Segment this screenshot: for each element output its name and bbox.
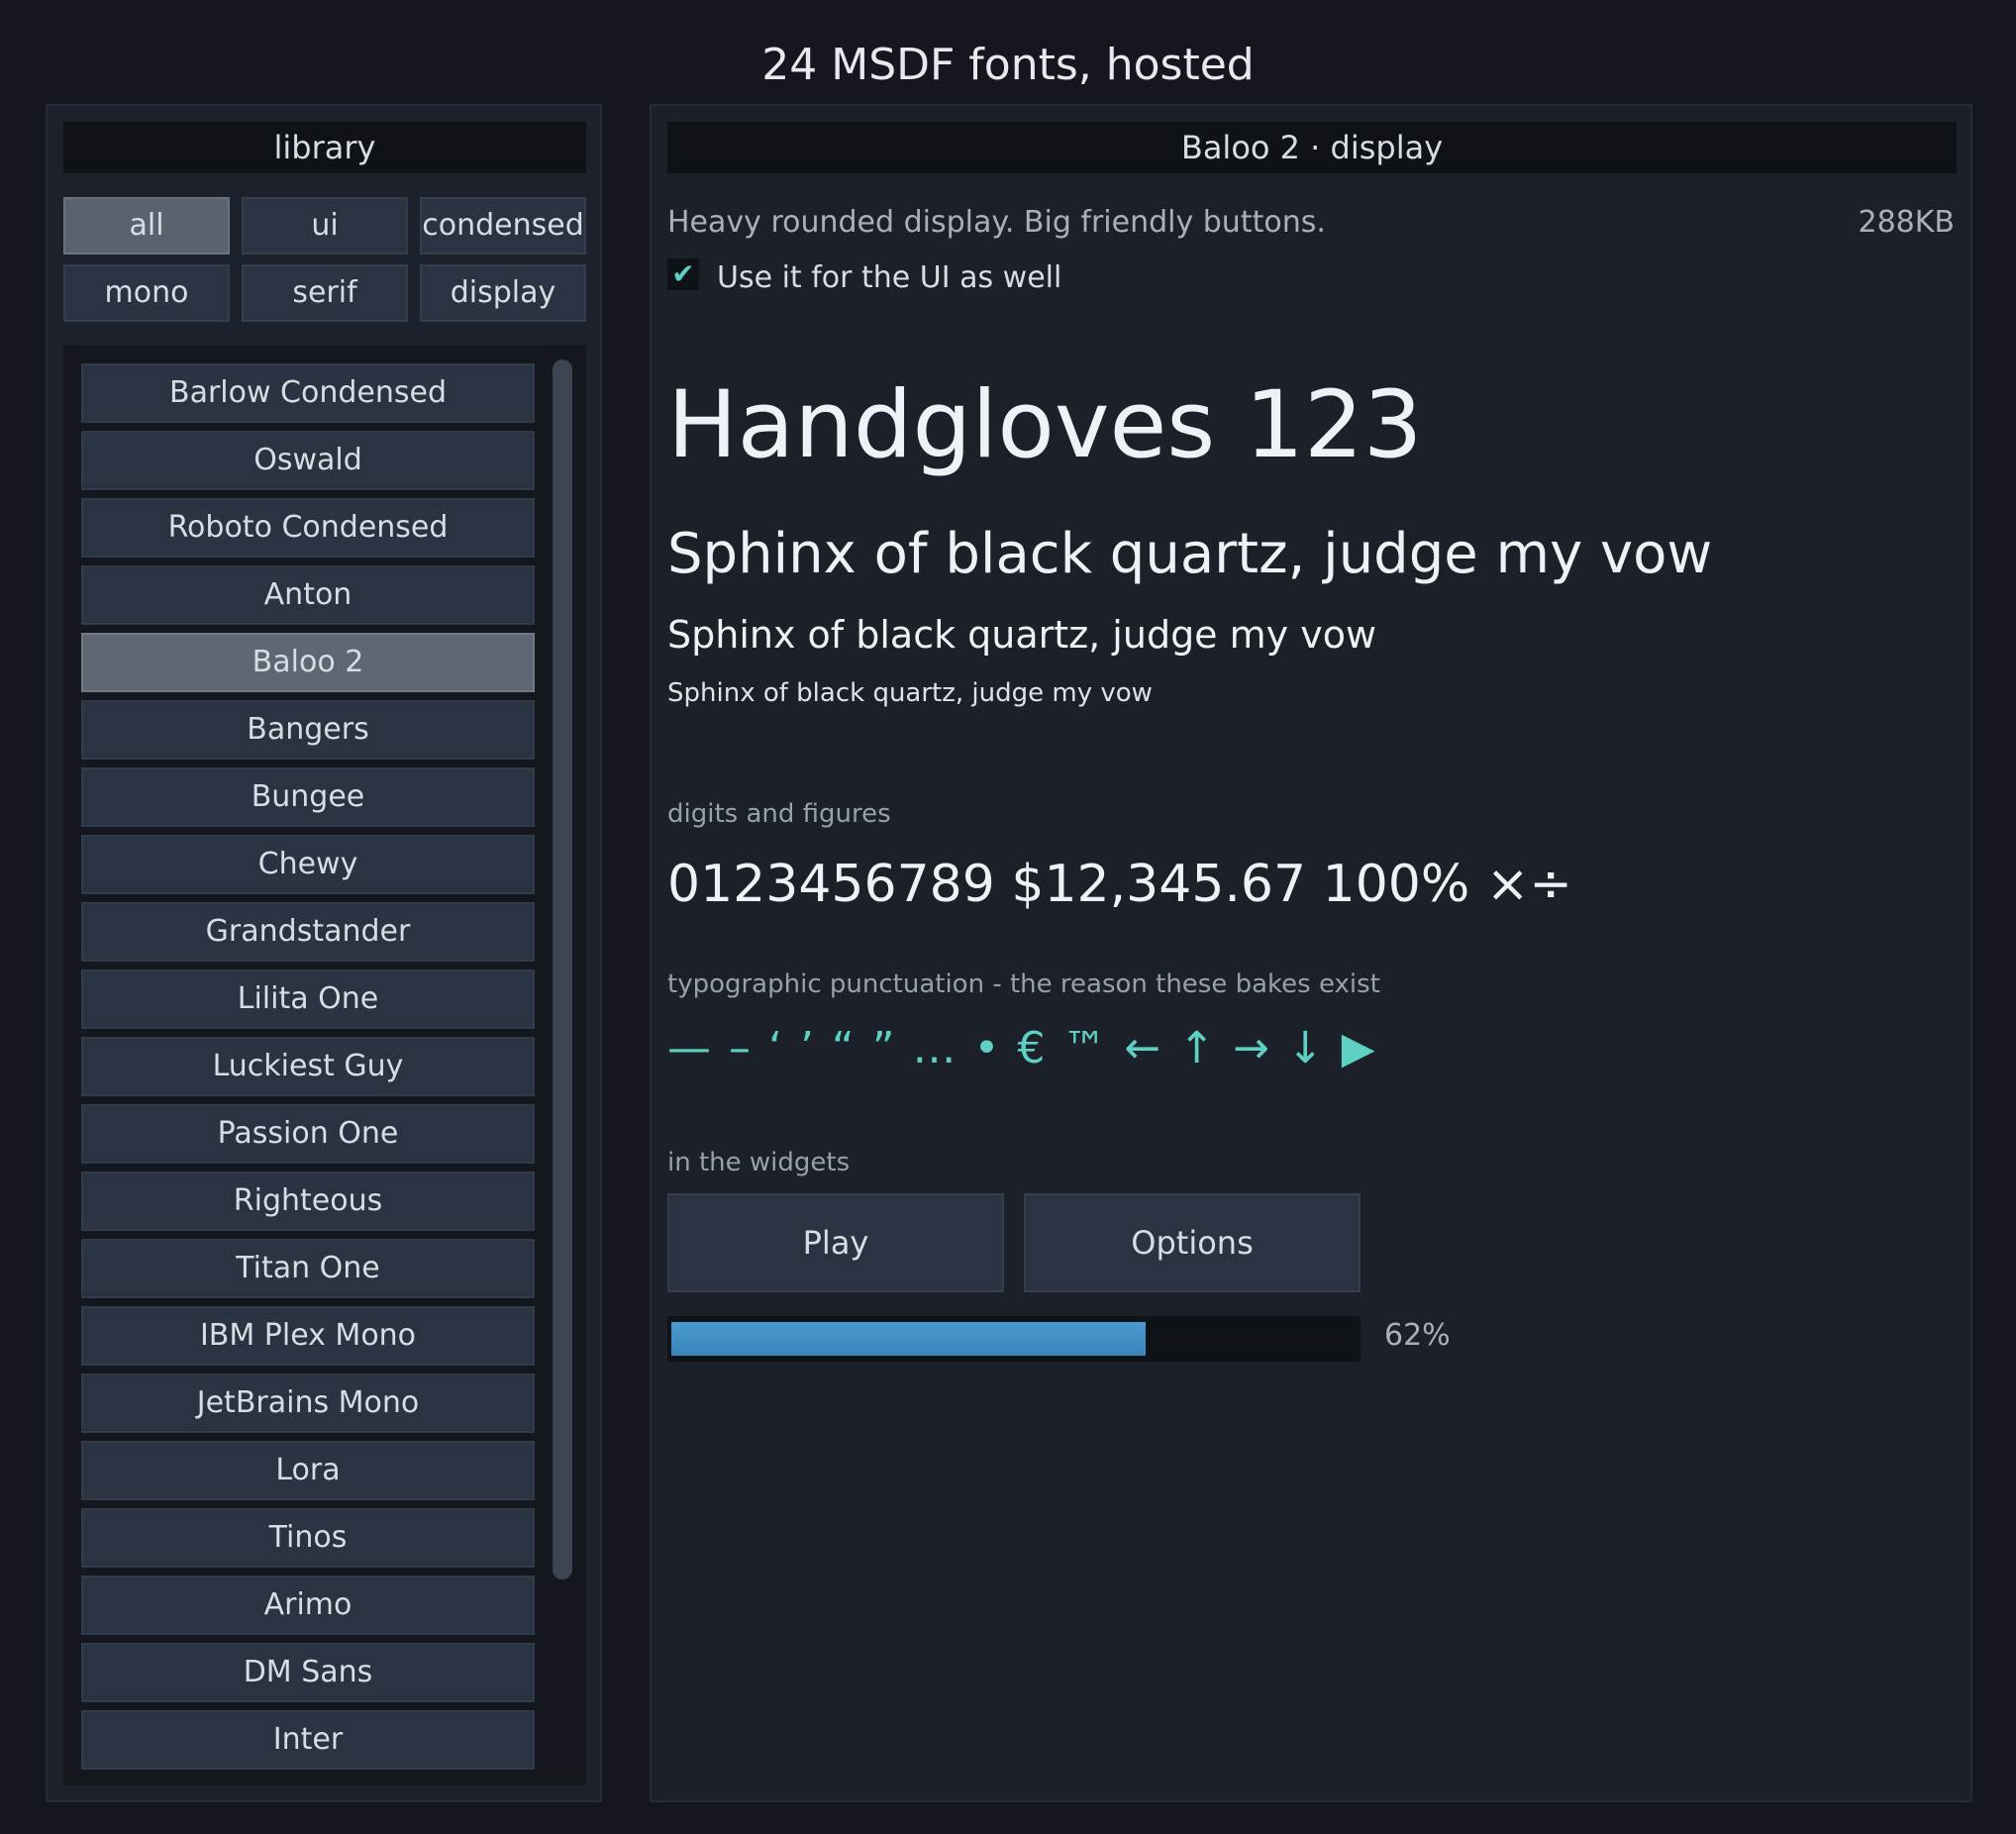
font-list-item[interactable]: Chewy <box>81 835 535 894</box>
font-list-item[interactable]: JetBrains Mono <box>81 1374 535 1433</box>
punctuation-sample: — – ‘ ’ “ ” … • € ™ ← ↑ → ↓ ▶ <box>667 1023 1377 1073</box>
font-list-item[interactable]: Titan One <box>81 1239 535 1298</box>
font-list-item[interactable]: Anton <box>81 565 535 625</box>
library-panel: library all ui condensed mono serif disp… <box>46 104 602 1802</box>
sample-text-large: Sphinx of black quartz, judge my vow <box>667 522 1713 586</box>
font-list-item[interactable]: Oswald <box>81 431 535 490</box>
font-description: Heavy rounded display. Big friendly butt… <box>667 205 1326 240</box>
sample-text-small: Sphinx of black quartz, judge my vow <box>667 678 1153 708</box>
progress-value: 62% <box>1384 1318 1451 1353</box>
font-list-item[interactable]: Arimo <box>81 1576 535 1635</box>
filter-serif-button[interactable]: serif <box>242 264 408 322</box>
font-list-item[interactable]: Lora <box>81 1441 535 1500</box>
filter-condensed-button[interactable]: condensed <box>420 197 586 255</box>
font-list-item[interactable]: Grandstander <box>81 902 535 962</box>
font-list-item[interactable]: Lilita One <box>81 969 535 1029</box>
font-list-item[interactable]: Bungee <box>81 767 535 827</box>
filter-display-button[interactable]: display <box>420 264 586 322</box>
filter-mono-button[interactable]: mono <box>63 264 230 322</box>
filter-ui-button[interactable]: ui <box>242 197 408 255</box>
font-list-item[interactable]: Passion One <box>81 1104 535 1164</box>
check-icon: ✔ <box>671 257 695 290</box>
font-list-scrollbar[interactable] <box>553 359 572 1579</box>
filter-all-button[interactable]: all <box>63 197 230 255</box>
library-header: library <box>63 122 586 173</box>
use-for-ui-checkbox[interactable]: ✔ <box>667 258 699 290</box>
progress-bar <box>667 1316 1361 1362</box>
font-list-item[interactable]: Roboto Condensed <box>81 498 535 558</box>
punctuation-section-label: typographic punctuation - the reason the… <box>667 969 1380 999</box>
digits-sample: 0123456789 $12,345.67 100% ×÷ <box>667 855 1572 914</box>
progress-bar-fill <box>671 1322 1146 1356</box>
widgets-section-label: in the widgets <box>667 1148 851 1177</box>
font-list-item[interactable]: Luckiest Guy <box>81 1037 535 1096</box>
use-for-ui-label[interactable]: Use it for the UI as well <box>717 260 1061 295</box>
font-detail-panel: Baloo 2 · display Heavy rounded display.… <box>650 104 1972 1802</box>
font-list-item[interactable]: Inter <box>81 1710 535 1770</box>
options-button[interactable]: Options <box>1024 1193 1361 1292</box>
font-list-item[interactable]: Righteous <box>81 1172 535 1231</box>
font-list-item[interactable]: DM Sans <box>81 1643 535 1702</box>
digits-section-label: digits and figures <box>667 799 891 829</box>
font-list-item[interactable]: IBM Plex Mono <box>81 1306 535 1366</box>
font-list-item[interactable]: Bangers <box>81 700 535 760</box>
font-file-size: 288KB <box>1858 205 1955 240</box>
detail-header: Baloo 2 · display <box>667 122 1957 173</box>
font-list-item[interactable]: Barlow Condensed <box>81 363 535 423</box>
font-list: Barlow Condensed Oswald Roboto Condensed… <box>63 346 586 1785</box>
window-title: 24 MSDF fonts, hosted <box>761 40 1255 90</box>
sample-text-xl: Handgloves 123 <box>667 371 1423 479</box>
font-list-item[interactable]: Tinos <box>81 1508 535 1568</box>
sample-text-medium: Sphinx of black quartz, judge my vow <box>667 613 1377 657</box>
font-list-item[interactable]: Baloo 2 <box>81 633 535 692</box>
play-button[interactable]: Play <box>667 1193 1004 1292</box>
